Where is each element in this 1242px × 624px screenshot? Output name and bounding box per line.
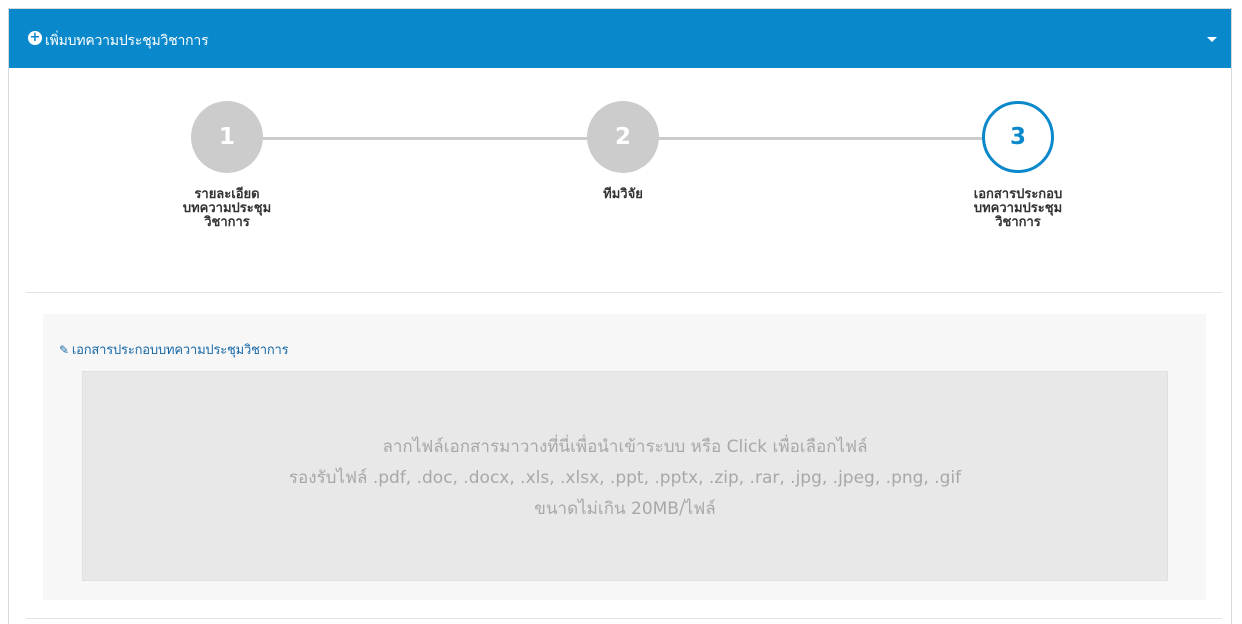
file-dropzone[interactable]: ลากไฟล์เอกสารมาวางที่นี่เพื่อนำเข้าระบบ … [82,371,1168,581]
divider [26,292,1222,293]
step-1-label: รายละเอียด บทความประชุม วิชาการ [182,187,272,230]
step-3-circle[interactable]: 3 [982,101,1054,173]
paperclip-icon: ✎ [59,343,69,357]
dropzone-instruction: ลากไฟล์เอกสารมาวางที่นี่เพื่อนำเข้าระบบ … [382,437,868,457]
caret-down-icon[interactable] [1207,37,1217,42]
dropzone-size-limit: ขนาดไม่เกิน 20MB/ไฟล์ [534,499,716,519]
step-3-label: เอกสารประกอบ บทความประชุม วิชาการ [973,187,1063,230]
divider [26,618,1222,619]
attachment-section: ✎ เอกสารประกอบบทความประชุมวิชาการ ลากไฟล์… [43,314,1206,600]
section-heading: ✎ เอกสารประกอบบทความประชุมวิชาการ [59,343,289,358]
wizard-steps: 1 รายละเอียด บทความประชุม วิชาการ 2 ทีมว… [9,68,1231,292]
step-connector [263,137,613,140]
step-1-circle[interactable]: 1 [191,101,263,173]
step-2-circle[interactable]: 2 [587,101,659,173]
step-connector [657,137,1009,140]
panel-header[interactable]: + เพิ่มบทความประชุมวิชาการ [9,9,1231,68]
panel-title: เพิ่มบทความประชุมวิชาการ [45,33,209,49]
dropzone-file-types: รองรับไฟล์ .pdf, .doc, .docx, .xls, .xls… [288,468,962,488]
step-2-label: ทีมวิจัย [603,187,643,202]
plus-circle-icon: + [28,30,42,45]
add-paper-panel: + เพิ่มบทความประชุมวิชาการ 1 รายละเอียด … [8,8,1232,624]
